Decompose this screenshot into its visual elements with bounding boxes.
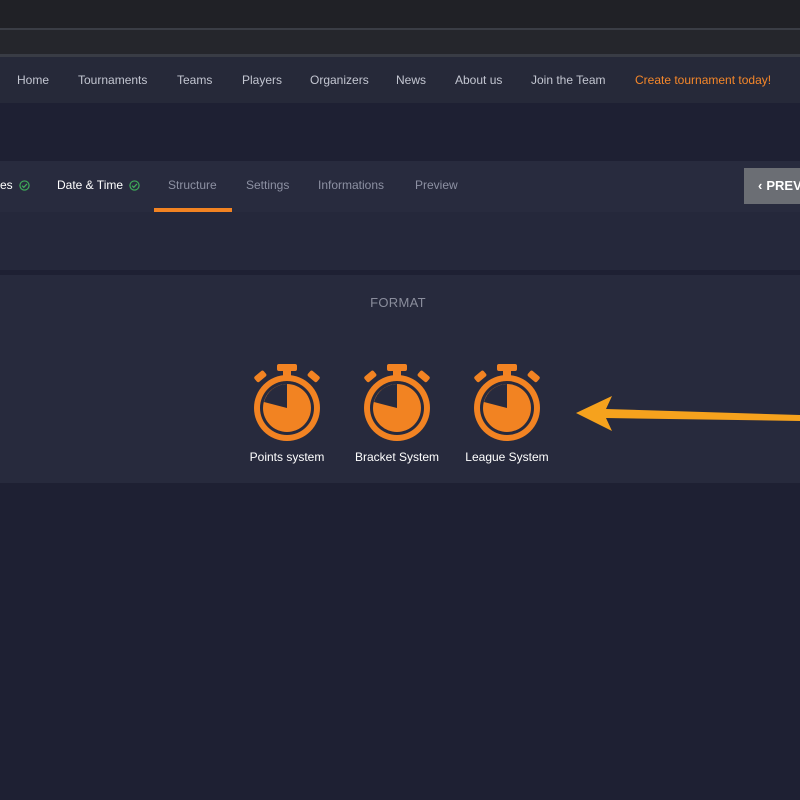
tab-label: es — [0, 178, 13, 192]
nav-about-us[interactable]: About us — [455, 73, 502, 87]
format-option-label: League System — [465, 450, 549, 464]
tab-structure[interactable]: Structure — [168, 178, 217, 192]
tab-games[interactable]: es — [0, 178, 30, 194]
previous-button-label: PREV — [766, 178, 800, 193]
previous-button[interactable]: ‹ PREV — [744, 168, 800, 204]
nav-teams[interactable]: Teams — [177, 73, 212, 87]
address-bar[interactable] — [0, 30, 800, 54]
nav-news[interactable]: News — [396, 73, 426, 87]
format-panel: FORMAT Points system Bracket System Leag… — [0, 275, 800, 483]
nav-home[interactable]: Home — [17, 73, 49, 87]
tab-date-time[interactable]: Date & Time — [57, 178, 140, 194]
format-option-label: Bracket System — [354, 450, 440, 464]
format-option-bracket-system[interactable]: Bracket System — [342, 361, 452, 464]
check-icon — [19, 180, 30, 194]
chevron-left-icon: ‹ — [758, 178, 763, 193]
tab-settings[interactable]: Settings — [246, 178, 289, 192]
format-option-league-system[interactable]: League System — [452, 361, 562, 464]
tab-informations[interactable]: Informations — [318, 178, 384, 192]
nav-organizers[interactable]: Organizers — [310, 73, 369, 87]
nav-players[interactable]: Players — [242, 73, 282, 87]
tab-label: Date & Time — [57, 178, 124, 192]
format-title: FORMAT — [370, 295, 426, 310]
wizard-steps: es Date & Time Structure Settings Inform… — [0, 161, 800, 212]
stopwatch-icon — [474, 364, 540, 441]
format-option-points-system[interactable]: Points system — [232, 361, 342, 464]
format-option-label: Points system — [249, 450, 325, 464]
sub-header-band — [0, 212, 800, 270]
stopwatch-icon — [254, 364, 320, 441]
browser-top-strip — [0, 0, 800, 28]
main-navbar: Home Tournaments Teams Players Organizer… — [0, 57, 800, 103]
stopwatch-icon — [364, 364, 430, 441]
tab-preview[interactable]: Preview — [415, 178, 458, 192]
check-icon — [129, 180, 140, 194]
create-tournament-link[interactable]: Create tournament today! — [635, 73, 771, 87]
pointer-arrow-icon — [576, 396, 800, 431]
nav-tournaments[interactable]: Tournaments — [78, 73, 147, 87]
nav-join-the-team[interactable]: Join the Team — [531, 73, 606, 87]
